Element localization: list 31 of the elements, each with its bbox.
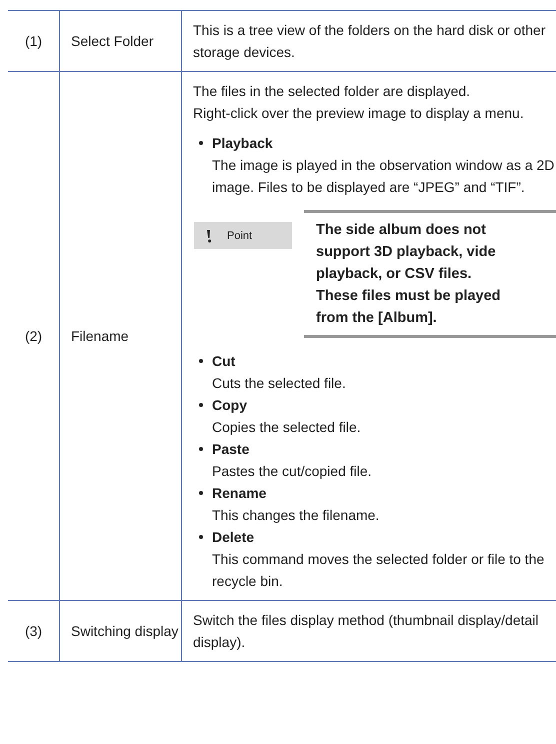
row-number: (1) xyxy=(8,10,60,72)
command-name: Copy xyxy=(212,396,248,415)
command-name: Cut xyxy=(212,352,236,371)
command-description: This command moves the selected folder or file to the recycle bin. xyxy=(212,550,546,591)
bullet-icon xyxy=(199,491,203,495)
command-description: Cuts the selected file. xyxy=(212,374,347,393)
point-title: Point xyxy=(227,228,252,244)
bullet-icon xyxy=(199,447,203,451)
item-name: Select Folder xyxy=(60,10,182,72)
command-name: Paste xyxy=(212,440,250,459)
description-text: The files in the selected folder are displayed. xyxy=(193,82,472,101)
command-name: Rename xyxy=(212,484,268,503)
row-number: (3) xyxy=(8,600,60,662)
command-description: The image is played in the observation window as a 2D image. Files to be displayed are “JPEG” and “TIF”. xyxy=(212,156,556,197)
bullet-icon xyxy=(199,403,203,407)
item-name: Switching display xyxy=(60,600,182,662)
command-description: Pastes the cut/copied file. xyxy=(212,462,373,481)
bullet-icon xyxy=(199,141,203,145)
description-text: Switch the files display method (thumbnail display/detail display). xyxy=(193,611,540,652)
bullet-icon xyxy=(199,535,203,539)
exclamation-icon xyxy=(205,228,213,242)
command-name: Delete xyxy=(212,528,256,547)
point-note-text: The side album does not support 3D playback, vide playback, or CSV files. These files must be played from the [Album]. xyxy=(316,221,502,328)
command-description: Copies the selected file. xyxy=(212,418,362,437)
command-description: This changes the filename. xyxy=(212,506,380,525)
bullet-icon xyxy=(199,359,203,363)
item-name: Filename xyxy=(60,72,182,600)
description-text: This is a tree view of the folders on the hard disk or other storage devices. xyxy=(193,21,547,62)
description-text: Right-click over the preview image to display a menu. xyxy=(193,104,525,123)
command-name: Playback xyxy=(212,134,274,153)
row-number: (2) xyxy=(8,72,60,600)
